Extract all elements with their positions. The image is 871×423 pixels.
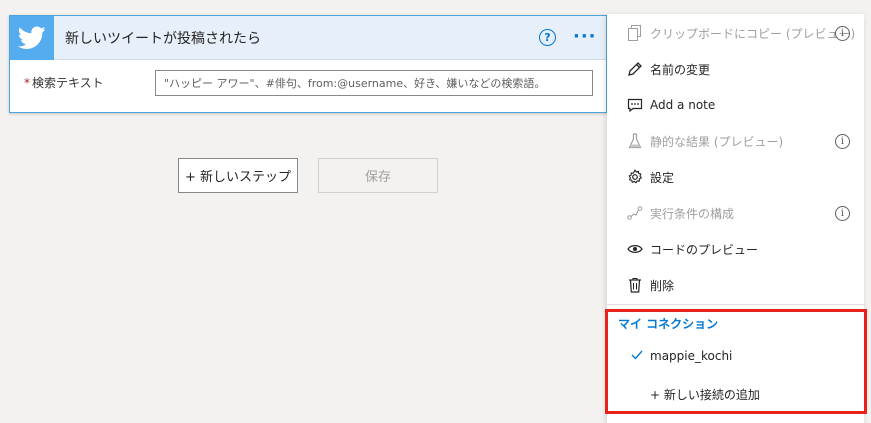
menu-item-label: 削除 bbox=[650, 278, 675, 293]
gear-icon bbox=[627, 169, 643, 185]
trash-icon bbox=[627, 277, 643, 293]
trigger-card-header[interactable]: 新しいツイートが投稿されたら ? ··· bbox=[10, 15, 606, 60]
menu-item-copy-to-clipboard[interactable]: クリップボードにコピー (プレビュー) i bbox=[607, 15, 864, 51]
search-text-label-text: 検索テキスト bbox=[32, 76, 104, 90]
menu-item-label: 名前の変更 bbox=[650, 62, 711, 77]
note-icon bbox=[627, 97, 643, 113]
menu-item-delete[interactable]: 削除 bbox=[607, 267, 864, 303]
copy-icon bbox=[627, 25, 643, 41]
menu-item-add-note[interactable]: Add a note bbox=[607, 87, 864, 123]
pencil-icon bbox=[627, 61, 643, 77]
menu-item-peek-code[interactable]: コードのプレビュー bbox=[607, 231, 864, 267]
run-after-icon bbox=[627, 205, 643, 221]
menu-item-static-result[interactable]: 静的な結果 (プレビュー) i bbox=[607, 123, 864, 159]
more-options-icon[interactable]: ··· bbox=[573, 26, 597, 47]
required-marker: * bbox=[24, 76, 30, 90]
trigger-title: 新しいツイートが投稿されたら bbox=[65, 30, 261, 47]
info-icon[interactable]: i bbox=[835, 134, 850, 149]
search-text-row: * 検索テキスト bbox=[10, 60, 606, 113]
search-text-input[interactable] bbox=[155, 70, 593, 96]
info-icon[interactable]: i bbox=[835, 26, 850, 41]
highlight-box bbox=[605, 309, 867, 414]
new-step-button[interactable]: + 新しいステップ bbox=[178, 158, 298, 193]
menu-item-label: クリップボードにコピー (プレビュー) bbox=[650, 26, 856, 41]
menu-item-label: Add a note bbox=[650, 98, 716, 112]
search-text-label: * 検索テキスト bbox=[24, 74, 104, 91]
menu-divider bbox=[607, 304, 864, 305]
menu-item-rename[interactable]: 名前の変更 bbox=[607, 51, 864, 87]
help-icon[interactable]: ? bbox=[539, 29, 556, 46]
menu-item-label: 静的な結果 (プレビュー) bbox=[650, 134, 784, 149]
info-icon[interactable]: i bbox=[835, 206, 850, 221]
menu-item-label: 実行条件の構成 bbox=[650, 206, 735, 221]
menu-item-label: コードのプレビュー bbox=[650, 242, 759, 257]
menu-item-settings[interactable]: 設定 bbox=[607, 159, 864, 195]
eye-icon bbox=[627, 241, 643, 257]
flask-icon bbox=[627, 133, 643, 149]
menu-item-run-after[interactable]: 実行条件の構成 i bbox=[607, 195, 864, 231]
menu-item-label: 設定 bbox=[650, 170, 675, 185]
save-button[interactable]: 保存 bbox=[318, 158, 438, 193]
twitter-icon bbox=[10, 15, 54, 60]
trigger-card[interactable]: 新しいツイートが投稿されたら ? ··· * 検索テキスト bbox=[9, 15, 607, 113]
